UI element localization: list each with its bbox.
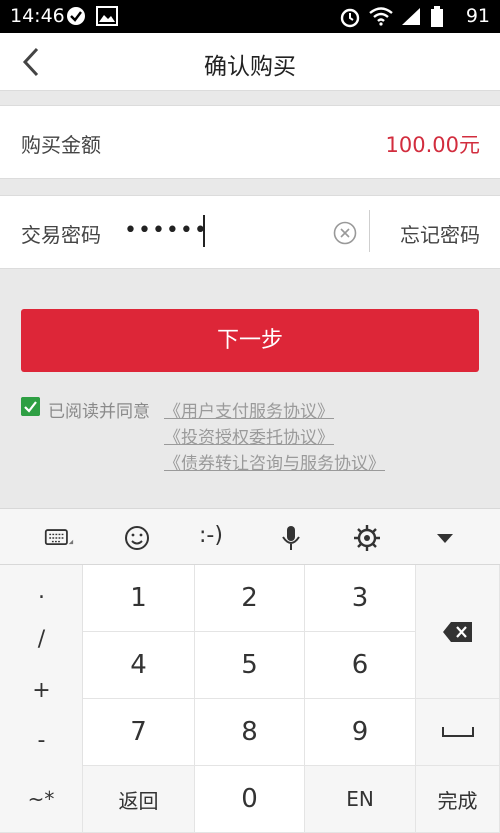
user-payment-agreement-link[interactable]: 《用户支付服务协议》	[164, 397, 334, 422]
numeric-keyboard: . / + - 1 2 3 4 5 6 7 8 9 ~* 返回 0 EN 完成	[0, 565, 500, 833]
wifi-icon	[369, 7, 393, 26]
key-2[interactable]: 2	[195, 565, 305, 632]
symbol-column: . / + -	[0, 565, 83, 766]
emoji-icon[interactable]	[122, 523, 152, 553]
key-4[interactable]: 4	[83, 632, 195, 699]
password-row: 交易密码 •••••• 忘记密码	[0, 195, 500, 269]
backspace-icon	[442, 621, 472, 642]
divider	[369, 210, 370, 252]
clear-icon[interactable]	[333, 221, 357, 245]
plus-key[interactable]: +	[0, 678, 83, 703]
microphone-icon[interactable]	[276, 523, 306, 553]
next-step-button[interactable]: 下一步	[21, 309, 479, 372]
forgot-password-link[interactable]: 忘记密码	[400, 219, 480, 248]
symbols-key[interactable]: ~*	[0, 766, 83, 833]
bond-transfer-agreement-link[interactable]: 《债券转让咨询与服务协议》	[164, 449, 385, 474]
dot-key[interactable]: .	[0, 579, 83, 604]
password-input[interactable]: ••••••	[124, 218, 208, 243]
language-key[interactable]: EN	[305, 766, 416, 833]
backspace-key[interactable]	[416, 565, 500, 699]
amount-value: 100.00元	[385, 133, 480, 157]
slash-key[interactable]: /	[0, 627, 83, 652]
key-7[interactable]: 7	[83, 699, 195, 766]
image-icon	[96, 6, 118, 26]
page-title: 确认购买	[204, 54, 296, 80]
status-bar: 14:46 91	[0, 0, 500, 33]
amount-row: 购买金额 100.00元	[0, 105, 500, 179]
alarm-icon	[340, 8, 360, 28]
text-cursor	[203, 215, 205, 247]
done-key[interactable]: 完成	[416, 766, 500, 833]
settings-icon[interactable]	[352, 523, 382, 553]
agree-text: 已阅读并同意	[48, 402, 150, 422]
space-key[interactable]	[416, 699, 500, 766]
emoticon-button[interactable]: :-)	[199, 523, 223, 548]
status-time: 14:46	[10, 5, 65, 27]
check-circle-icon	[67, 7, 85, 25]
agree-checkbox[interactable]	[21, 397, 40, 416]
back-key[interactable]: 返回	[83, 766, 195, 833]
key-5[interactable]: 5	[195, 632, 305, 699]
battery-icon	[431, 6, 443, 27]
nav-bar: 确认购买	[0, 33, 500, 91]
keyboard-icon[interactable]	[44, 523, 74, 553]
battery-level: 91	[465, 5, 490, 27]
amount-label: 购买金额	[21, 133, 101, 157]
key-8[interactable]: 8	[195, 699, 305, 766]
key-9[interactable]: 9	[305, 699, 416, 766]
minus-key[interactable]: -	[0, 728, 83, 753]
password-label: 交易密码	[21, 223, 101, 247]
keyboard-toolbar: :-)	[0, 508, 500, 565]
space-icon	[441, 727, 474, 737]
key-0[interactable]: 0	[195, 766, 305, 833]
key-6[interactable]: 6	[305, 632, 416, 699]
key-1[interactable]: 1	[83, 565, 195, 632]
signal-icon	[402, 8, 420, 25]
collapse-keyboard-icon[interactable]	[430, 523, 460, 553]
key-3[interactable]: 3	[305, 565, 416, 632]
investment-authorization-link[interactable]: 《投资授权委托协议》	[164, 423, 334, 448]
